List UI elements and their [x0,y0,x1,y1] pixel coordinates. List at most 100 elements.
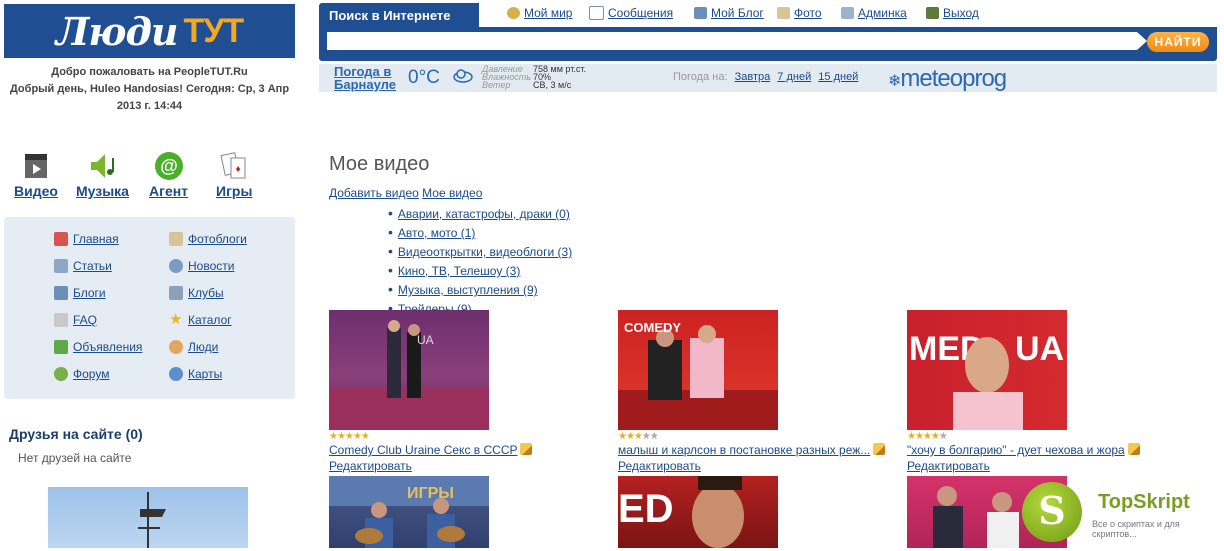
add-video-link[interactable]: Добавить видео [329,186,419,200]
video-card: MED UA ★★★★★ "хочу в болгарию" - дует чех… [907,310,1197,473]
category-link[interactable]: Видеооткрытки, видеоблоги (3) [398,245,572,259]
video-title-link[interactable]: Comedy Club Uraine Секс в СССР [329,443,517,457]
category-link[interactable]: Кино, ТВ, Телешоу (3) [398,264,520,278]
link-exit[interactable]: Выход [926,6,979,20]
topskript-tagline: Все о скриптах и для скриптов... [1092,519,1180,539]
nav-item-label[interactable]: Новости [188,259,234,273]
top-icon-games[interactable]: ♦ Игры [216,150,252,199]
edit-video-link[interactable]: Редактировать [329,459,609,473]
link-messages[interactable]: Сообщения [589,6,673,20]
link-my-world[interactable]: Мой мир [507,6,572,20]
rating-stars: ★★★★★ [329,431,370,442]
nav-item-blogs[interactable]: Блоги [54,286,106,300]
welcome-block: Добро пожаловать на PeopleTUT.Ru Добрый … [4,64,295,115]
nav-item-catalog[interactable]: ★ Каталог [169,312,232,327]
nav-item-label[interactable]: Фотоблоги [188,232,247,246]
video-title-link[interactable]: малыш и карлсон в постановке разных реж.… [618,443,870,457]
category-item: Кино, ТВ, Телешоу (3) [388,261,572,280]
topskript-logo-icon: S [1022,482,1082,542]
nav-item-label[interactable]: Форум [73,367,109,381]
edit-video-link[interactable]: Редактировать [907,459,1197,473]
link-label[interactable]: Админка [858,6,907,20]
blog-icon [54,286,68,300]
link-my-blog[interactable]: Мой Блог [694,6,764,20]
friends-empty-text: Нет друзей на сайте [18,451,132,465]
top-icon-music[interactable]: Музыка [76,150,129,199]
video-card: UA ★★★★★ Comedy Club Uraine Секс в СССР … [329,310,609,473]
search-input[interactable] [327,32,1137,50]
weather-city-link[interactable]: Погода в Барнауле [334,65,404,91]
meteoprog-logo[interactable]: ❄meteoprog [888,65,1007,93]
wind-label: Ветер [482,80,511,90]
edit-video-link[interactable]: Редактировать [618,459,898,473]
nav-item-label[interactable]: FAQ [73,313,97,327]
nav-item-label[interactable]: Каталог [188,313,232,327]
link-admin[interactable]: Админка [841,6,907,20]
category-link[interactable]: Музыка, выступления (9) [398,283,538,297]
link-label[interactable]: Мой мир [524,6,572,20]
forecast-15days-link[interactable]: 15 дней [818,71,858,83]
forecast-links: Погода на: Завтра 7 дней 15 дней [673,71,858,83]
nav-item-label[interactable]: Карты [188,367,222,381]
blog-icon [694,7,707,19]
nav-item-label[interactable]: Люди [188,340,218,354]
weather-labels: Давление Влажность Ветер [482,65,531,90]
nav-item-label[interactable]: Блоги [73,286,106,300]
link-label[interactable]: Фото [794,6,822,20]
nav-item-clubs[interactable]: Клубы [169,286,224,300]
nav-item-label[interactable]: Главная [73,232,119,246]
forecast-tomorrow-link[interactable]: Завтра [735,71,771,83]
category-link[interactable]: Аварии, катастрофы, драки (0) [398,207,570,221]
nav-item-forum[interactable]: Форум [54,367,109,381]
thumbnail-image: ED [618,476,744,548]
nav-item-photoblogs[interactable]: Фотоблоги [169,232,247,246]
thumbnail-image: MED UA [909,330,1064,430]
site-logo[interactable]: Люди ТУТ [4,4,295,58]
pencil-icon[interactable] [520,443,533,455]
link-photo[interactable]: Фото [777,6,822,20]
pencil-icon[interactable] [873,443,886,455]
top-icon-agent[interactable]: @ Агент [149,150,188,199]
video-thumbnail[interactable]: ИГРЫ [329,476,489,548]
pencil-icon[interactable] [1127,443,1140,455]
topskript-name: TopSkript [1098,491,1190,513]
nav-item-people[interactable]: Люди [169,340,218,354]
search-tab[interactable]: Поиск в Интернете [319,3,469,29]
video-thumbnail[interactable]: ED [618,476,778,548]
video-thumbnail[interactable]: COMEDY [618,310,778,430]
nav-item-label[interactable]: Объявления [73,340,142,354]
link-label[interactable]: Сообщения [608,6,673,20]
site-navigation: Главная Статьи Блоги FAQ Объявления Фору… [4,217,295,399]
link-label[interactable]: Выход [943,6,979,20]
at-sign-icon: @ [154,152,183,180]
video-thumbnail[interactable]: MED UA [907,310,1067,430]
photo-icon [777,7,790,19]
top-icon-label: Игры [216,183,253,199]
search-button[interactable]: НАЙТИ [1147,32,1209,52]
nav-item-news[interactable]: Новости [169,259,234,273]
thumbnail-image: COMEDY [618,320,778,430]
search-arrow-icon [1137,32,1147,50]
svg-text:UA: UA [1015,330,1064,368]
nav-item-label[interactable]: Статьи [73,259,112,273]
forecast-7days-link[interactable]: 7 дней [777,71,811,83]
nav-item-articles[interactable]: Статьи [54,259,112,273]
link-label[interactable]: Мой Блог [711,6,764,20]
svg-text:UA: UA [417,333,434,347]
nav-item-home[interactable]: Главная [54,232,119,246]
wind-value: СВ, 3 м/с [533,80,572,90]
weather-widget: Погода в Барнауле 0°C Давление Влажность… [319,64,1217,92]
nav-item-ads[interactable]: Объявления [54,340,142,354]
meteoprog-brand-text: meteoprog [900,65,1007,92]
svg-text:ED: ED [618,487,674,531]
top-icon-video[interactable]: Видео [14,150,58,199]
nav-item-faq[interactable]: FAQ [54,313,97,327]
exit-icon [926,7,939,19]
video-card: COMEDY ★★★★★ малыш и карлсон в постановк… [618,310,898,473]
video-title-link[interactable]: "хочу в болгарию" - дует чехова и жора [907,443,1125,457]
my-video-link[interactable]: Мое видео [422,186,482,200]
nav-item-label[interactable]: Клубы [188,286,224,300]
video-thumbnail[interactable]: UA [329,310,489,430]
nav-item-maps[interactable]: Карты [169,367,222,381]
category-link[interactable]: Авто, мото (1) [398,226,476,240]
